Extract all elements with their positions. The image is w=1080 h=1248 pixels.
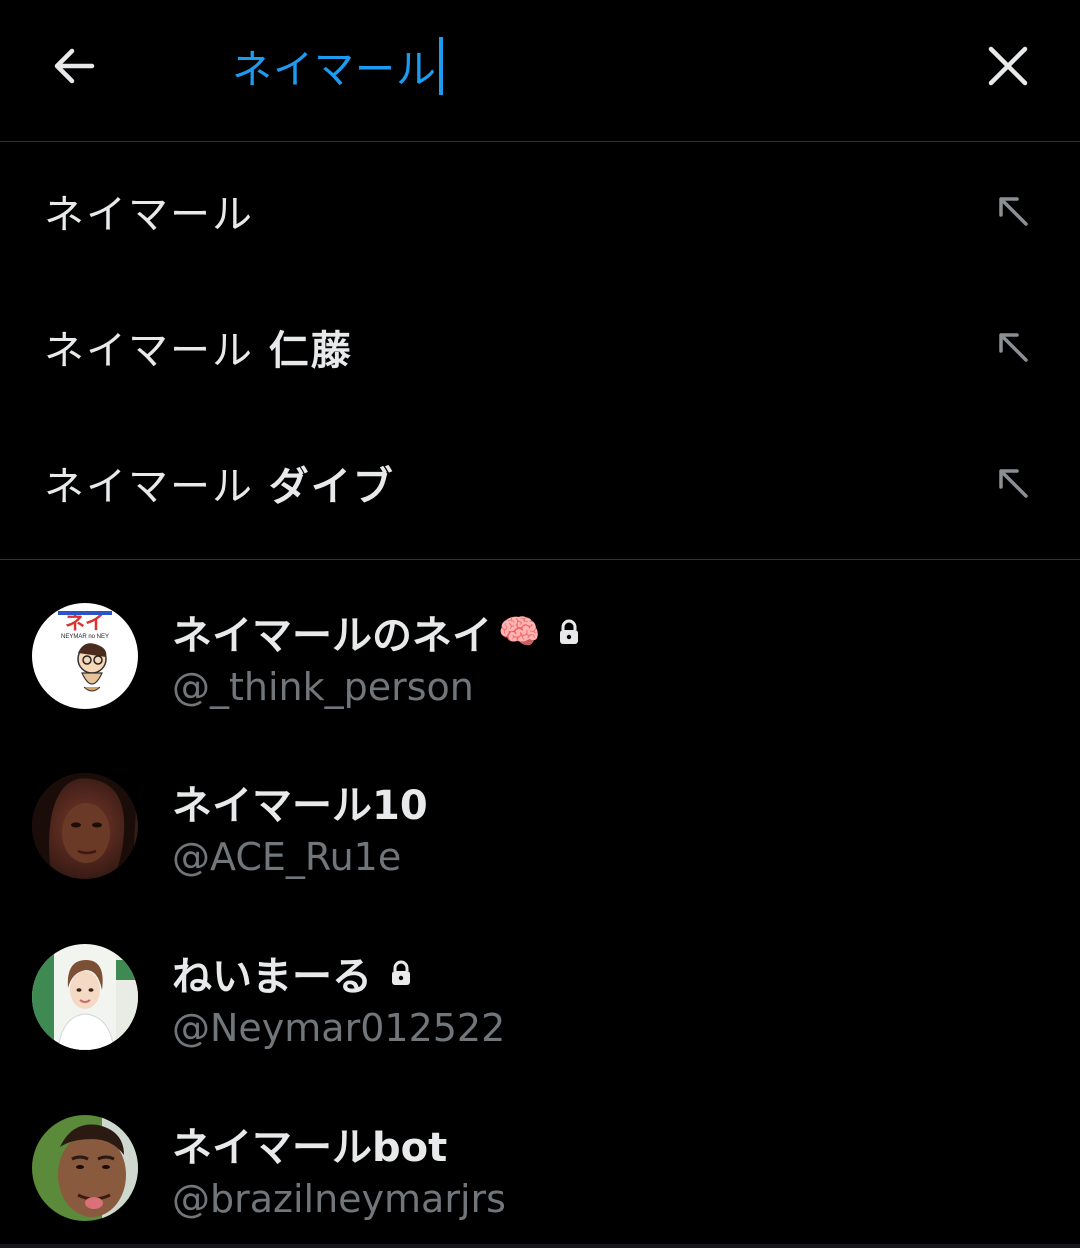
- arrow-up-left-icon: [999, 333, 1028, 362]
- text-cursor: [439, 37, 443, 95]
- lock-icon: [554, 617, 584, 647]
- user-result[interactable]: ネイ NEYMAR no NEY ネイマールのネイ 🧠 @_think_pers…: [0, 561, 1080, 731]
- user-handle: @brazilneymarjrs: [172, 1177, 506, 1221]
- avatar: [32, 944, 138, 1050]
- suggestion-text: ネイマール: [44, 182, 254, 240]
- user-name-text: ネイマール10: [172, 783, 428, 829]
- suggestion-base: ネイマール: [44, 328, 254, 374]
- fill-query-button[interactable]: [988, 458, 1038, 508]
- search-query-text: ネイマール: [232, 47, 437, 93]
- user-handle: @ACE_Ru1e: [172, 835, 402, 879]
- suggestion-extra: 仁藤: [268, 328, 353, 374]
- back-button[interactable]: [44, 36, 104, 96]
- user-result[interactable]: ネイマール10 @ACE_Ru1e: [0, 731, 1080, 901]
- clear-search-button[interactable]: [976, 34, 1040, 98]
- avatar: [32, 1115, 138, 1221]
- search-header: ネイマール: [0, 0, 1080, 142]
- suggestion-extra: ダイブ: [268, 464, 395, 510]
- user-display-name: ネイマールのネイ 🧠: [172, 603, 584, 661]
- suggestion-text: ネイマール ダイブ: [44, 454, 395, 512]
- user-result[interactable]: ねいまーる @Neymar012522: [0, 902, 1080, 1072]
- avatar: ネイ NEYMAR no NEY: [32, 603, 138, 709]
- fill-query-button[interactable]: [988, 322, 1038, 372]
- avatar-logo-subtext: NEYMAR no NEY: [61, 634, 109, 640]
- suggestion-item[interactable]: ネイマール ダイブ: [0, 414, 1080, 550]
- user-name-text: ねいまーる: [172, 954, 372, 1000]
- lock-icon: [386, 958, 416, 988]
- suggestion-item[interactable]: ネイマール: [0, 142, 1080, 278]
- brain-emoji: 🧠: [498, 612, 541, 652]
- arrow-up-left-icon: [999, 469, 1028, 498]
- bottom-divider: [0, 1244, 1080, 1248]
- user-display-name: ネイマールbot: [172, 1115, 447, 1173]
- user-handle: @Neymar012522: [172, 1006, 506, 1050]
- user-result[interactable]: ネイマールbot @brazilneymarjrs: [0, 1073, 1080, 1243]
- search-input[interactable]: ネイマール: [232, 36, 443, 96]
- user-name-text: ネイマールbot: [172, 1125, 448, 1171]
- user-display-name: ネイマール10: [172, 773, 428, 831]
- fill-query-button[interactable]: [988, 186, 1038, 236]
- search-suggestions: ネイマール ネイマール 仁藤 ネイマール ダイブ: [0, 142, 1080, 560]
- arrow-up-left-icon: [999, 197, 1028, 226]
- suggestion-base: ネイマール: [44, 192, 254, 238]
- close-icon: [988, 46, 1028, 86]
- arrow-left-icon: [54, 48, 95, 84]
- user-handle: @_think_person: [172, 665, 474, 709]
- suggestion-text: ネイマール 仁藤: [44, 318, 353, 376]
- avatar: [32, 773, 138, 879]
- user-display-name: ねいまーる: [172, 944, 416, 1002]
- user-name-text: ネイマールのネイ: [172, 613, 492, 659]
- suggestion-item[interactable]: ネイマール 仁藤: [0, 278, 1080, 414]
- suggestion-base: ネイマール: [44, 464, 254, 510]
